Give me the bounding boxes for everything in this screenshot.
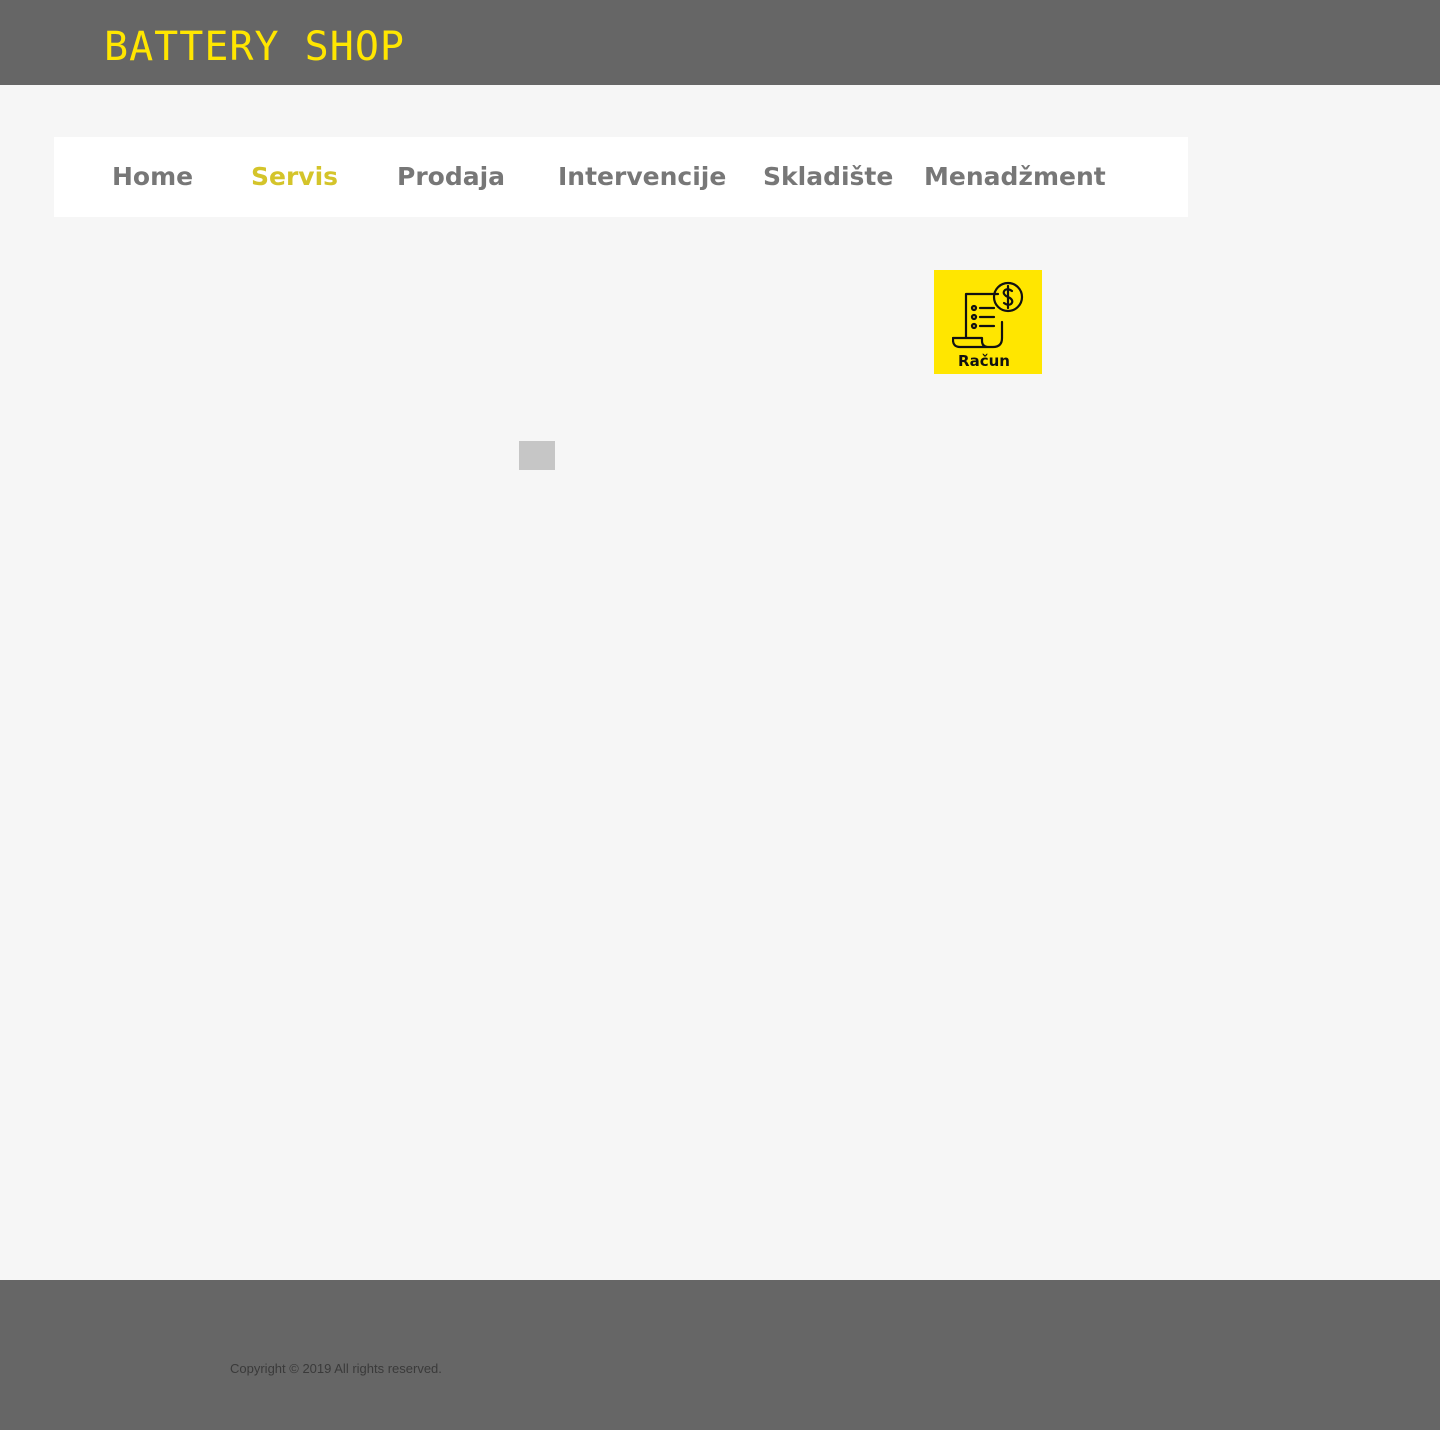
nav-item-menadzment[interactable]: Menadžment — [924, 137, 1106, 217]
nav-item-prodaja[interactable]: Prodaja — [397, 137, 505, 217]
nav-item-intervencije[interactable]: Intervencije — [558, 137, 726, 217]
site-logo-text[interactable]: BATTERY SHOP — [104, 22, 405, 72]
site-header: BATTERY SHOP — [0, 0, 1440, 85]
nav-item-skladiste[interactable]: Skladište — [763, 137, 893, 217]
main-navigation: Home Servis Prodaja Intervencije Skladiš… — [54, 137, 1188, 217]
racun-tile-button[interactable]: Račun — [934, 270, 1042, 374]
site-footer: Copyright © 2019 All rights reserved. — [0, 1280, 1440, 1430]
racun-tile-label: Račun — [958, 352, 1010, 370]
nav-item-home[interactable]: Home — [112, 137, 193, 217]
copyright-text: Copyright © 2019 All rights reserved. — [230, 1361, 442, 1376]
invoice-dollar-icon — [952, 281, 1024, 349]
nav-item-servis[interactable]: Servis — [251, 137, 338, 217]
loading-placeholder — [519, 441, 555, 470]
